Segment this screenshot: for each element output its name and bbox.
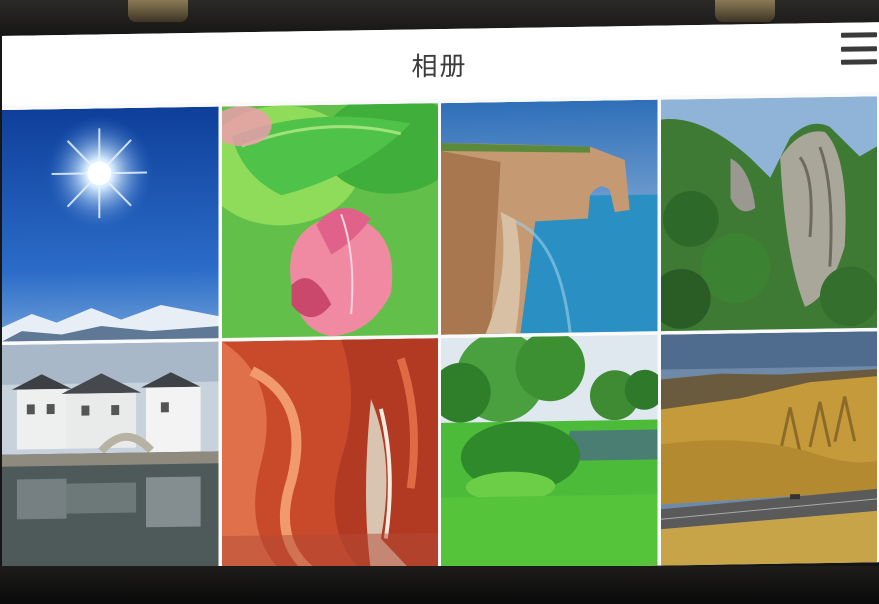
red-canyon-image (221, 337, 438, 573)
lotus-image (221, 103, 438, 339)
menu-line (841, 59, 877, 65)
menu-line (841, 32, 877, 38)
golden-hills-image (660, 330, 877, 566)
photo-thumbnail-green-park[interactable] (441, 334, 658, 570)
device-bezel-left (0, 36, 2, 576)
background-object (128, 0, 188, 22)
page-title: 相册 (411, 51, 468, 83)
karst-cliff-image (660, 96, 877, 332)
app-screen: 相册 (0, 22, 879, 576)
photo-thumbnail-water-town[interactable] (2, 341, 219, 576)
photo-thumbnail-golden-hills[interactable] (660, 330, 877, 566)
photo-thumbnail-lotus[interactable] (221, 103, 438, 339)
sea-arch-image (441, 99, 658, 335)
app-header: 相册 (0, 22, 879, 106)
menu-line (841, 45, 877, 52)
photo-thumbnail-sun-sky[interactable] (2, 106, 219, 342)
water-town-image (2, 341, 219, 576)
device-bezel-bottom (0, 566, 879, 604)
hamburger-menu-icon[interactable] (841, 30, 877, 67)
photo-thumbnail-sea-arch[interactable] (441, 99, 658, 335)
background-object (715, 0, 775, 22)
sun-sky-image (2, 106, 219, 342)
photo-grid (2, 96, 877, 576)
photo-thumbnail-red-canyon[interactable] (221, 337, 438, 573)
photo-thumbnail-karst-cliff[interactable] (660, 96, 877, 332)
green-park-image (441, 334, 658, 570)
